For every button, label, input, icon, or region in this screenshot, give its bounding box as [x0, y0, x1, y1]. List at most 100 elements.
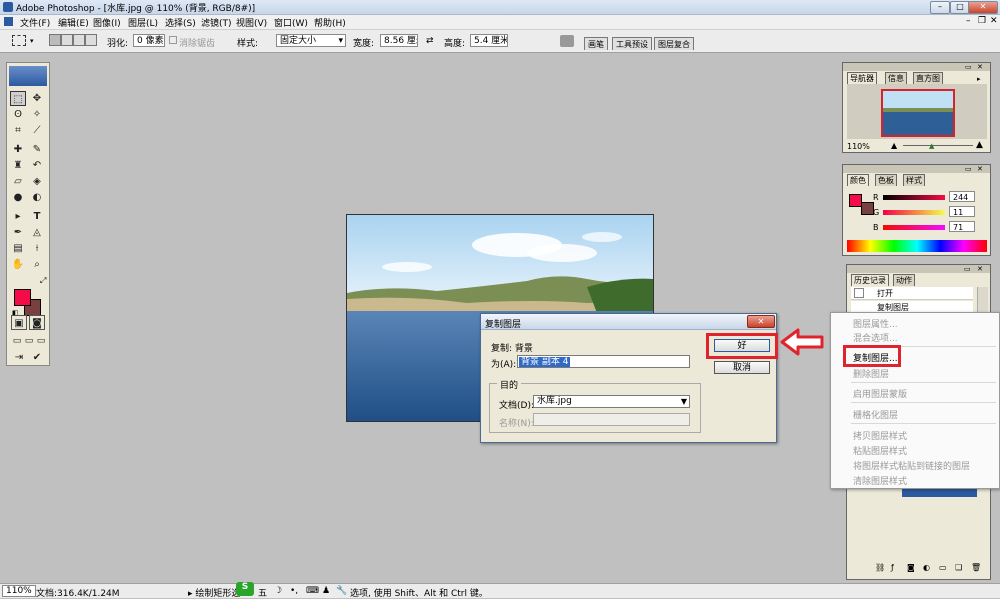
- tab-histogram[interactable]: 直方图: [913, 72, 943, 84]
- menu-file[interactable]: 文件(F): [20, 16, 50, 29]
- intersect-selection-icon[interactable]: [85, 34, 97, 46]
- sogou-ime-icon[interactable]: S: [236, 582, 254, 596]
- tab-layer-comps[interactable]: 图层复合: [654, 37, 694, 50]
- menu-window[interactable]: 窗口(W): [274, 16, 308, 29]
- layer-style-icon[interactable]: ƒ: [891, 563, 894, 572]
- menu-item-paste-style-to-linked[interactable]: 将图层样式粘贴到链接的图层: [853, 459, 970, 472]
- color-spectrum-bar[interactable]: [847, 240, 987, 252]
- photoshop-feather-logo[interactable]: [9, 66, 47, 86]
- as-input[interactable]: 背景 副本 4: [517, 355, 690, 368]
- standard-mode-icon[interactable]: ▣: [11, 315, 27, 330]
- b-slider[interactable]: [883, 225, 945, 230]
- add-selection-icon[interactable]: [61, 34, 73, 46]
- layer-group-icon[interactable]: ▭: [939, 563, 947, 572]
- swap-dimensions-icon[interactable]: ⇄: [426, 36, 434, 46]
- notes-tool-icon[interactable]: ▤: [10, 241, 26, 256]
- menu-view[interactable]: 视图(V): [236, 16, 267, 29]
- tab-tool-presets[interactable]: 工具预设: [612, 37, 652, 50]
- swap-colors-icon[interactable]: ⤢: [40, 276, 46, 286]
- tab-history[interactable]: 历史记录: [851, 274, 889, 286]
- panel-close-icon[interactable]: ✕: [977, 63, 983, 71]
- lasso-tool-icon[interactable]: ʘ: [10, 107, 26, 122]
- color-fg-swatch[interactable]: [849, 194, 862, 207]
- keyboard-icon[interactable]: ⌨: [306, 586, 319, 596]
- navigator-zoom-slider[interactable]: [903, 145, 973, 146]
- panel-minimize-icon[interactable]: ▭: [965, 165, 972, 173]
- slice-tool-icon[interactable]: ⟋: [29, 123, 45, 138]
- ime-mode-indicator[interactable]: 五: [258, 586, 267, 599]
- history-brush-source-icon[interactable]: [854, 288, 864, 298]
- screen-mode-full-icon[interactable]: ▭: [33, 334, 49, 349]
- menu-item-layer-properties[interactable]: 图层属性...: [853, 317, 898, 330]
- name-input[interactable]: [533, 413, 690, 426]
- menu-item-delete-layer[interactable]: 删除图层: [853, 367, 889, 380]
- minimize-button[interactable]: –: [930, 1, 950, 14]
- navigator-zoom-value[interactable]: 110%: [847, 142, 870, 151]
- subtract-selection-icon[interactable]: [73, 34, 85, 46]
- new-layer-icon[interactable]: ❏: [955, 563, 962, 572]
- pen-tool-icon[interactable]: ✒: [10, 225, 26, 240]
- menu-item-rasterize-layer[interactable]: 栅格化图层: [853, 408, 898, 421]
- document-select[interactable]: 水库.jpg ▼: [533, 395, 690, 408]
- blur-tool-icon[interactable]: ●: [10, 190, 26, 205]
- zoom-out-icon[interactable]: ▲: [891, 141, 897, 150]
- status-zoom[interactable]: 110%: [2, 585, 36, 597]
- doc-restore-icon[interactable]: ❐: [978, 16, 986, 26]
- menu-select[interactable]: 选择(S): [165, 16, 196, 29]
- navigator-view-box[interactable]: [881, 89, 955, 137]
- hand-tool-icon[interactable]: ✋: [10, 257, 26, 272]
- palette-well-icon[interactable]: [560, 35, 574, 47]
- chevron-down-icon[interactable]: ▼: [681, 396, 687, 407]
- eyedropper-tool-icon[interactable]: ⟊: [29, 241, 45, 256]
- zoom-tool-icon[interactable]: ⌕: [29, 257, 45, 272]
- brush-tool-icon[interactable]: ✎: [29, 142, 45, 157]
- menu-item-blending-options[interactable]: 混合选项...: [853, 331, 898, 344]
- tab-info[interactable]: 信息: [885, 72, 907, 84]
- clone-stamp-tool-icon[interactable]: ♜: [10, 158, 26, 173]
- zoom-in-icon[interactable]: ▲: [976, 140, 983, 150]
- rect-marquee-tool-icon[interactable]: ⬚: [10, 91, 26, 106]
- user-icon[interactable]: ♟: [322, 586, 330, 596]
- r-slider[interactable]: [883, 195, 945, 200]
- b-value-input[interactable]: 71: [949, 221, 975, 232]
- panel-minimize-icon[interactable]: ▭: [964, 265, 971, 273]
- tab-styles[interactable]: 样式: [903, 174, 925, 186]
- new-selection-icon[interactable]: [49, 34, 61, 46]
- marquee-tool-preset-icon[interactable]: [12, 35, 26, 46]
- paint-bucket-tool-icon[interactable]: ◈: [29, 174, 45, 189]
- menu-item-copy-layer-style[interactable]: 拷贝图层样式: [853, 429, 907, 442]
- type-tool-icon[interactable]: T: [29, 209, 45, 224]
- foreground-color-swatch[interactable]: [14, 289, 31, 306]
- zoom-slider-thumb[interactable]: ▲: [929, 142, 934, 150]
- adjustment-layer-icon[interactable]: ◐: [923, 563, 930, 572]
- crop-tool-icon[interactable]: ⌗: [10, 123, 26, 138]
- panel-menu-icon[interactable]: ▸: [977, 75, 981, 83]
- feather-input[interactable]: 0 像素: [133, 34, 165, 47]
- menu-item-enable-layer-mask[interactable]: 启用图层蒙版: [853, 387, 907, 400]
- magic-wand-tool-icon[interactable]: ✧: [29, 107, 45, 122]
- path-select-tool-icon[interactable]: ▸: [10, 209, 26, 224]
- move-tool-icon[interactable]: ✥: [29, 91, 45, 106]
- tab-brushes[interactable]: 画笔: [584, 37, 608, 50]
- menu-help[interactable]: 帮助(H): [314, 16, 346, 29]
- moon-icon[interactable]: ☽: [274, 586, 282, 596]
- layer-mask-icon[interactable]: ◙: [907, 563, 915, 572]
- doc-minimize-icon[interactable]: –: [966, 16, 971, 26]
- panel-minimize-icon[interactable]: ▭: [965, 63, 972, 71]
- tab-swatches[interactable]: 色板: [875, 174, 897, 186]
- close-window-button[interactable]: ✕: [968, 1, 998, 14]
- panel-close-icon[interactable]: ✕: [977, 165, 983, 173]
- dodge-tool-icon[interactable]: ◐: [29, 190, 45, 205]
- doc-close-icon[interactable]: ✕: [990, 16, 998, 26]
- g-value-input[interactable]: 11: [949, 206, 975, 217]
- menu-layer[interactable]: 图层(L): [128, 16, 158, 29]
- jump-to-imageready-icon[interactable]: ⇥: [11, 350, 27, 365]
- menu-image[interactable]: 图像(I): [93, 16, 121, 29]
- width-input[interactable]: 8.56 厘米: [380, 34, 418, 47]
- history-brush-tool-icon[interactable]: ↶: [29, 158, 45, 173]
- edit-imageready-icon[interactable]: ✔: [29, 350, 45, 365]
- status-doc-size[interactable]: 文档:316.4K/1.24M: [36, 586, 120, 599]
- menu-edit[interactable]: 编辑(E): [58, 16, 89, 29]
- layer-link-icon[interactable]: ⛓: [875, 563, 885, 572]
- cancel-button[interactable]: 取消: [714, 361, 770, 374]
